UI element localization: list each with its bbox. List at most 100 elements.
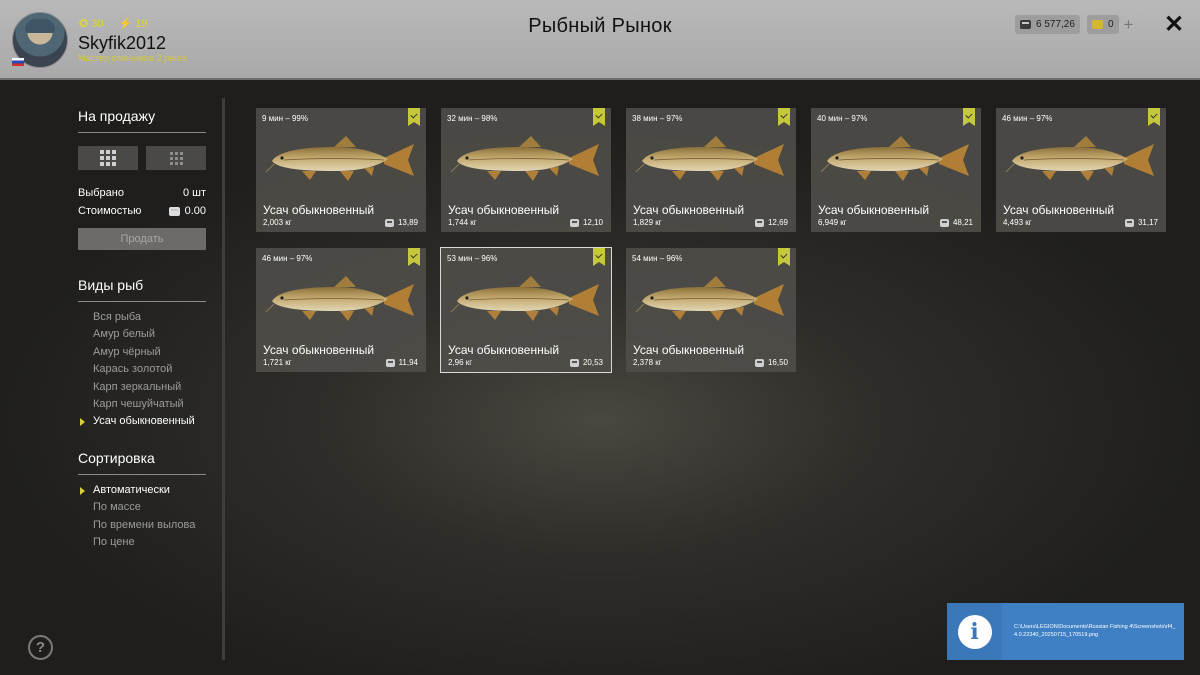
sidebar-divider <box>222 98 225 660</box>
barbel-fish-icon <box>450 276 599 321</box>
species-item[interactable]: Карп чешуйчатый <box>93 396 195 413</box>
fish-weight: 6,949 кг <box>818 218 847 227</box>
species-list: Вся рыба Амур белый Амур чёрный Карась золо… <box>80 309 195 431</box>
fish-weight: 1,744 кг <box>448 218 477 227</box>
silver-coin-icon <box>384 218 394 227</box>
fish-card[interactable]: 32 мин – 98% Усач обыкновенный 1,744 кг … <box>441 108 611 232</box>
sell-button[interactable]: Продать <box>78 228 206 250</box>
fish-price: 12,69 <box>754 218 788 227</box>
top-bar: ✪ 30 ⚡ 19 Skyfik2012 Мастер спиннинга 2 … <box>0 0 1200 80</box>
species-item[interactable]: Амур чёрный <box>93 344 195 361</box>
catch-time-quality: 38 мин – 97% <box>632 114 683 123</box>
for-sale-title: На продажу <box>78 108 156 124</box>
silver-coin-icon <box>1020 20 1031 29</box>
catch-time-quality: 53 мин – 96% <box>447 254 498 263</box>
barbel-fish-icon <box>265 136 414 181</box>
fish-image <box>449 270 601 330</box>
fish-price: 13,89 <box>384 218 418 227</box>
fish-image <box>264 130 416 190</box>
fish-card[interactable]: 54 мин – 96% Усач обыкновенный 2,378 кг … <box>626 248 796 372</box>
bookmark-check-icon[interactable] <box>593 248 605 266</box>
species-item[interactable]: Карась золотой <box>93 361 195 378</box>
add-currency-button[interactable]: + <box>1120 15 1137 34</box>
silver-coin-icon <box>569 358 579 367</box>
bookmark-check-icon[interactable] <box>593 108 605 126</box>
sort-item[interactable]: По времени вылова <box>93 517 195 534</box>
fish-image <box>634 130 786 190</box>
fish-name: Усач обыкновенный <box>633 343 745 357</box>
barbel-fish-icon <box>820 136 969 181</box>
bookmark-check-icon[interactable] <box>963 108 975 126</box>
fish-name: Усач обыкновенный <box>448 343 560 357</box>
fish-name: Усач обыкновенный <box>633 203 745 217</box>
sort-item[interactable]: По массе <box>93 499 195 516</box>
fish-image <box>819 130 971 190</box>
fish-price: 31,17 <box>1124 218 1158 227</box>
large-grid-view-button[interactable] <box>78 146 138 170</box>
country-flag-icon <box>12 58 24 66</box>
help-button[interactable]: ? <box>28 635 53 660</box>
barbel-fish-icon <box>450 136 599 181</box>
fish-weight: 4,493 кг <box>1003 218 1032 227</box>
small-grid-view-button[interactable] <box>146 146 206 170</box>
fish-price: 16,50 <box>754 358 788 367</box>
bookmark-check-icon[interactable] <box>778 248 790 266</box>
barbel-fish-icon <box>1005 136 1154 181</box>
fish-image <box>449 130 601 190</box>
fish-name: Усач обыкновенный <box>448 203 560 217</box>
fish-card[interactable]: 53 мин – 96% Усач обыкновенный 2,96 кг 2… <box>440 247 612 373</box>
silver-coin-icon <box>385 358 395 367</box>
fish-name: Усач обыкновенный <box>1003 203 1115 217</box>
species-item[interactable]: Вся рыба <box>93 309 195 326</box>
large-grid-icon <box>100 150 116 166</box>
species-item[interactable]: Амур белый <box>93 326 195 343</box>
bookmark-check-icon[interactable] <box>1148 108 1160 126</box>
sort-item[interactable]: По цене <box>93 534 195 551</box>
fish-card[interactable]: 46 мин – 97% Усач обыкновенный 4,493 кг … <box>996 108 1166 232</box>
catch-time-quality: 9 мин – 99% <box>262 114 308 123</box>
barbel-fish-icon <box>635 136 784 181</box>
selected-count-row: Выбрано 0 шт <box>78 187 206 199</box>
fish-price: 12,10 <box>569 218 603 227</box>
catch-time-quality: 46 мин – 97% <box>1002 114 1053 123</box>
sort-title: Сортировка <box>78 450 155 466</box>
sort-list: Автоматически По массе По времени вылова По… <box>79 482 195 552</box>
gold-balance: 0 <box>1087 15 1119 34</box>
screenshot-path: C:\Users\LEGION\Documents\Russian Fishin… <box>1014 624 1176 638</box>
species-item[interactable]: Карп зеркальный <box>93 379 195 396</box>
divider <box>78 301 206 302</box>
screenshot-notification[interactable]: i C:\Users\LEGION\Documents\Russian Fish… <box>947 603 1184 660</box>
species-item[interactable]: Усач обыкновенный <box>80 413 195 430</box>
fish-name: Усач обыкновенный <box>263 343 375 357</box>
fish-card[interactable]: 40 мин – 97% Усач обыкновенный 6,949 кг … <box>811 108 981 232</box>
divider <box>78 132 206 133</box>
catch-time-quality: 46 мин – 97% <box>262 254 313 263</box>
catch-time-quality: 54 мин – 96% <box>632 254 683 263</box>
fish-card[interactable]: 9 мин – 99% Усач обыкновенный 2,003 кг 1… <box>256 108 426 232</box>
silver-coin-icon <box>754 358 764 367</box>
catch-time-quality: 40 мин – 97% <box>817 114 868 123</box>
fish-weight: 2,003 кг <box>263 218 292 227</box>
fish-weight: 2,96 кг <box>448 358 473 367</box>
barbel-fish-icon <box>635 276 784 321</box>
close-button[interactable]: ✕ <box>1163 12 1185 38</box>
silver-coin-icon <box>939 218 949 227</box>
catch-time-quality: 32 мин – 98% <box>447 114 498 123</box>
fish-weight: 1,829 кг <box>633 218 662 227</box>
bookmark-check-icon[interactable] <box>408 108 420 126</box>
divider <box>78 474 206 475</box>
silver-coin-icon <box>168 206 180 216</box>
sort-item[interactable]: Автоматически <box>79 482 195 499</box>
silver-coin-icon <box>569 218 579 227</box>
fish-price: 11,94 <box>385 358 418 367</box>
player-rank: Мастер спиннинга 2 ранга <box>78 53 188 63</box>
fish-name: Усач обыкновенный <box>263 203 375 217</box>
bookmark-check-icon[interactable] <box>408 248 420 266</box>
gold-coin-icon <box>1092 20 1103 29</box>
bookmark-check-icon[interactable] <box>778 108 790 126</box>
fish-card[interactable]: 38 мин – 97% Усач обыкновенный 1,829 кг … <box>626 108 796 232</box>
selected-cost-row: Стоимостью 0.00 <box>78 205 206 217</box>
small-grid-icon <box>169 151 183 165</box>
fish-card[interactable]: 46 мин – 97% Усач обыкновенный 1,721 кг … <box>256 248 426 372</box>
fish-price: 48,21 <box>939 218 973 227</box>
